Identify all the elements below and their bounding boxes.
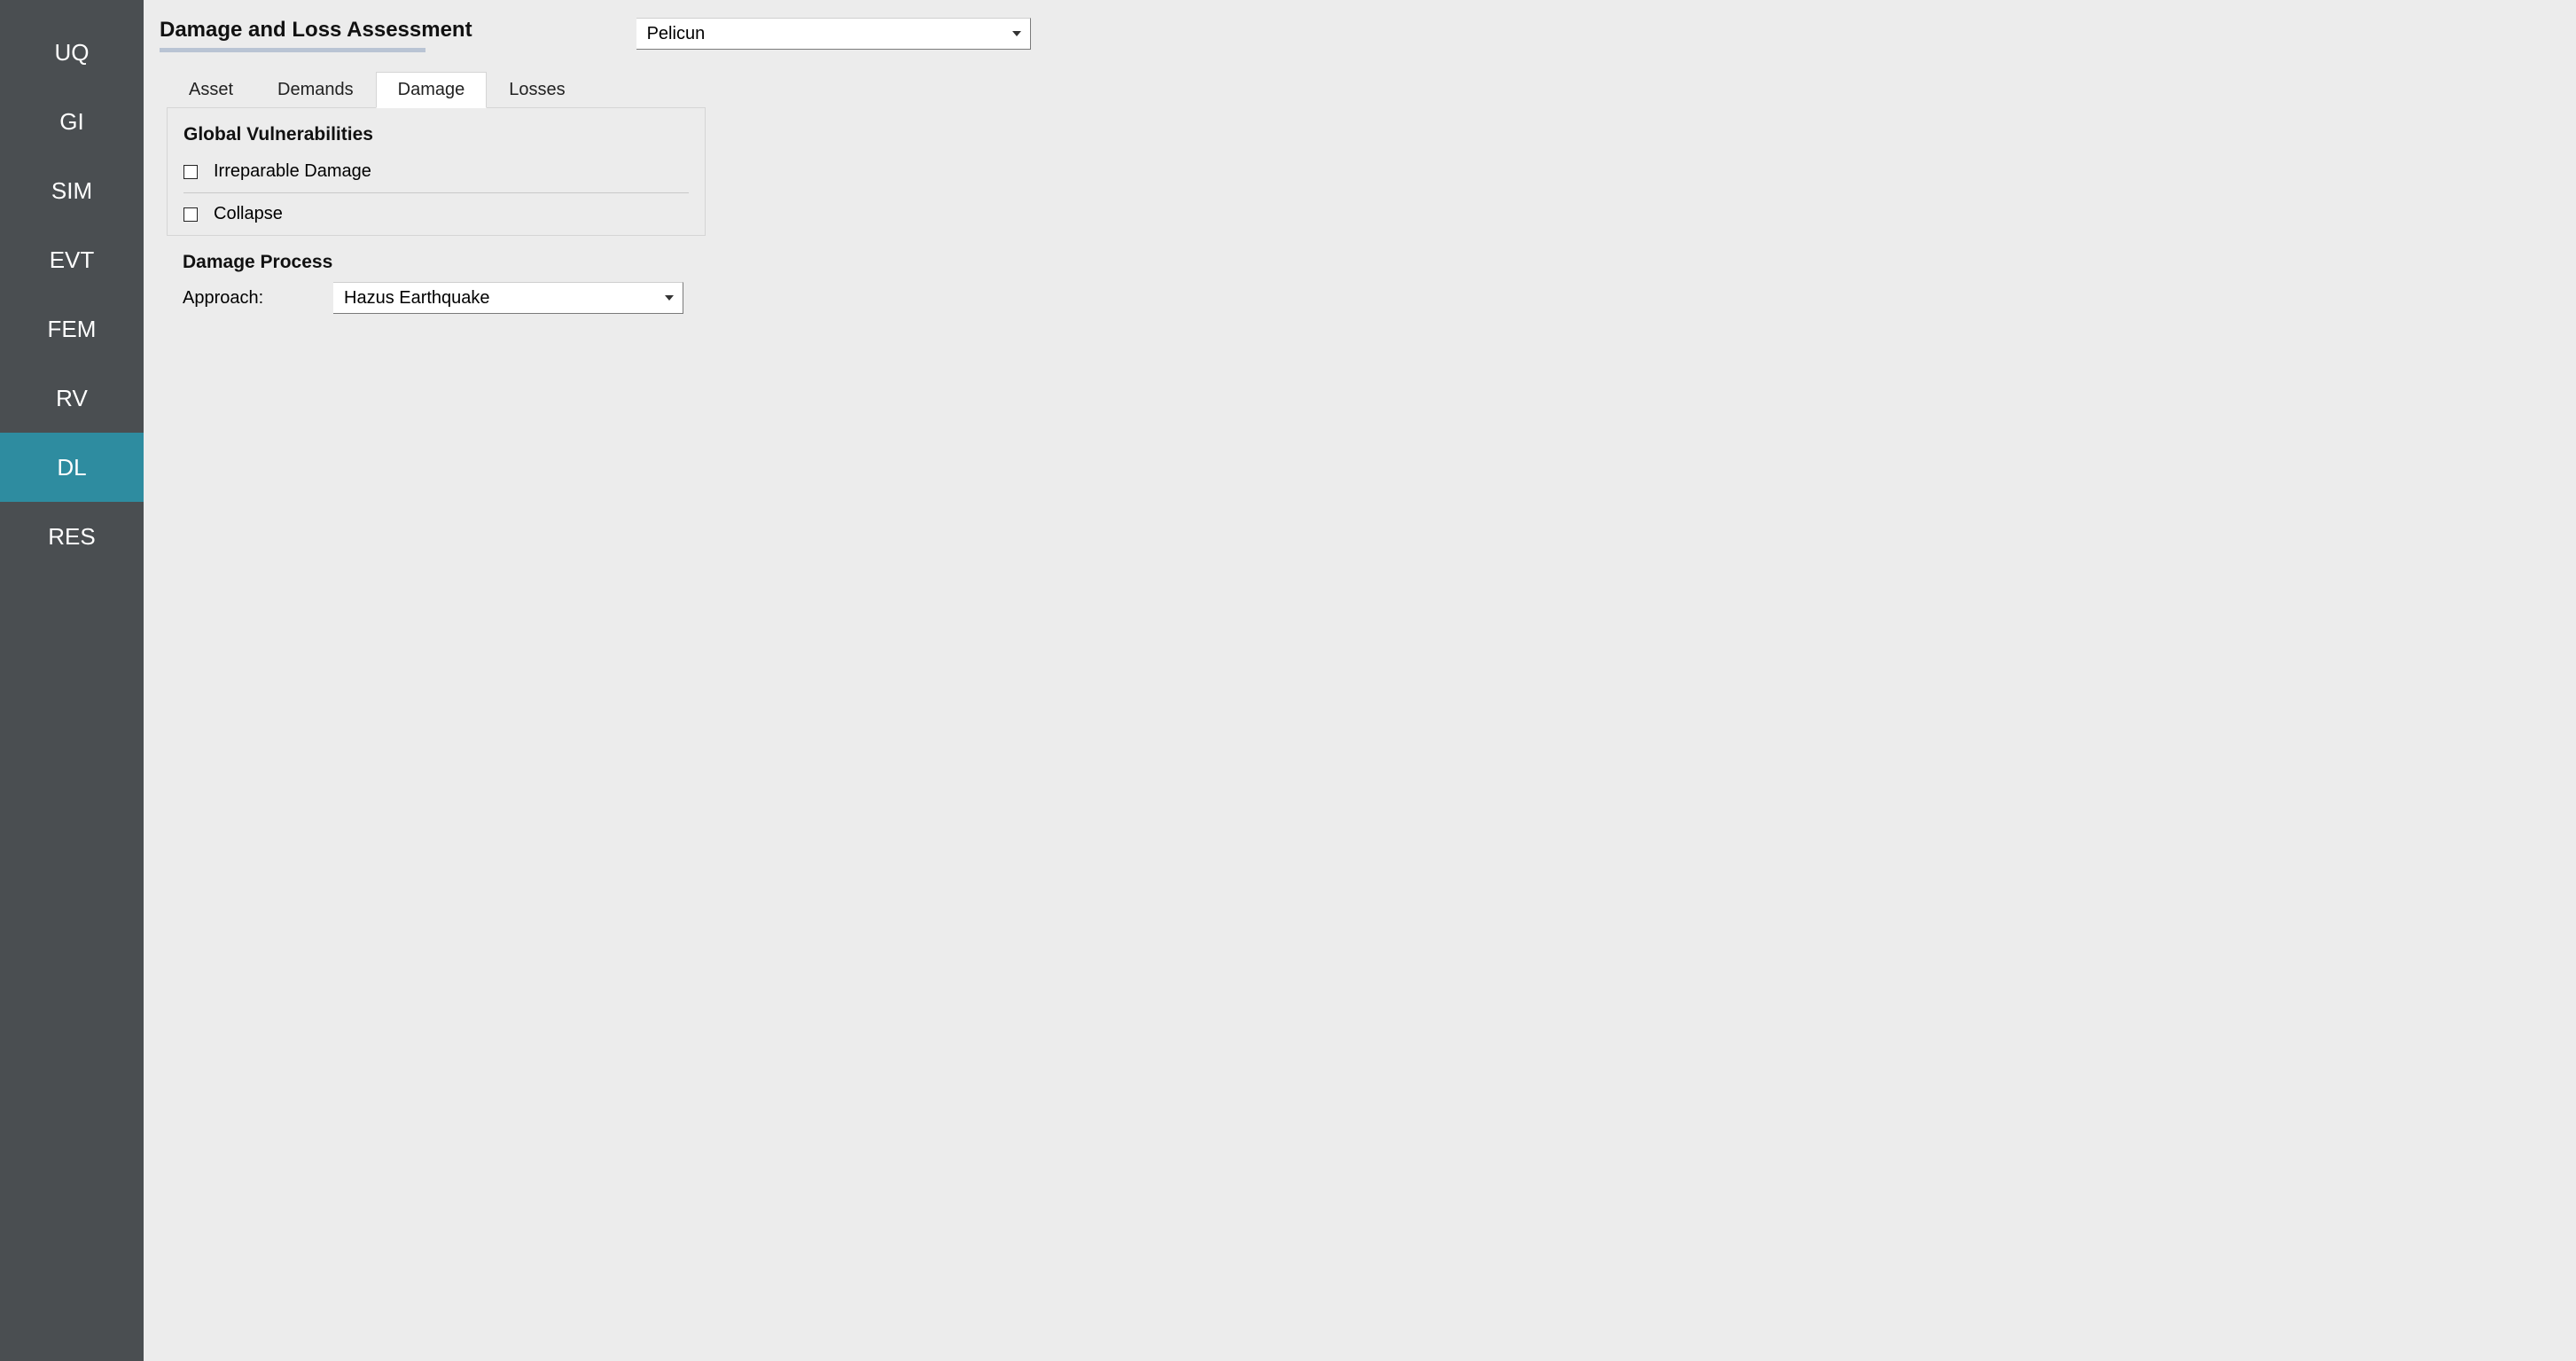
tab-asset[interactable]: Asset	[167, 72, 255, 108]
approach-row: Approach: Hazus Earthquake	[183, 282, 690, 314]
damage-process-title: Damage Process	[183, 252, 690, 273]
sidebar-item-res[interactable]: RES	[0, 502, 144, 571]
sidebar-item-label: SIM	[51, 177, 92, 205]
header-row: Damage and Loss Assessment Pelicun	[160, 18, 2560, 52]
sidebar-item-fem[interactable]: FEM	[0, 294, 144, 364]
engine-select-value: Pelicun	[647, 24, 706, 44]
global-vulnerabilities-panel: Global Vulnerabilities Irreparable Damag…	[167, 107, 706, 236]
tab-demands[interactable]: Demands	[255, 72, 376, 108]
page-title: Damage and Loss Assessment	[160, 18, 472, 43]
irreparable-damage-row: Irreparable Damage	[183, 154, 689, 189]
collapse-row: Collapse	[183, 197, 689, 231]
approach-select[interactable]: Hazus Earthquake	[333, 282, 683, 314]
irreparable-damage-label: Irreparable Damage	[214, 161, 371, 182]
sidebar-item-rv[interactable]: RV	[0, 364, 144, 433]
collapse-label: Collapse	[214, 204, 283, 224]
tab-label: Demands	[277, 80, 354, 99]
global-vulnerabilities-title: Global Vulnerabilities	[183, 124, 689, 145]
sidebar-item-label: RES	[48, 523, 95, 551]
divider	[183, 192, 689, 193]
title-underline	[160, 48, 425, 52]
approach-label: Approach:	[183, 288, 316, 309]
sidebar-item-label: GI	[59, 108, 83, 136]
irreparable-damage-checkbox[interactable]	[183, 165, 198, 179]
damage-process-section: Damage Process Approach: Hazus Earthquak…	[167, 252, 706, 314]
sidebar: UQ GI SIM EVT FEM RV DL RES	[0, 0, 144, 1361]
chevron-down-icon	[1012, 31, 1021, 36]
sidebar-item-sim[interactable]: SIM	[0, 156, 144, 225]
tab-label: Damage	[398, 80, 465, 99]
tab-losses[interactable]: Losses	[487, 72, 587, 108]
main-content: Damage and Loss Assessment Pelicun Asset…	[144, 0, 2576, 1361]
sidebar-item-evt[interactable]: EVT	[0, 225, 144, 294]
sidebar-item-dl[interactable]: DL	[0, 433, 144, 502]
tabs: Asset Demands Damage Losses	[167, 72, 2560, 108]
sidebar-item-label: UQ	[55, 39, 90, 66]
tab-label: Losses	[509, 80, 565, 99]
sidebar-item-label: RV	[56, 385, 88, 412]
sidebar-item-label: FEM	[48, 316, 97, 343]
tab-damage[interactable]: Damage	[376, 72, 488, 108]
engine-select[interactable]: Pelicun	[636, 18, 1031, 50]
sidebar-item-label: DL	[57, 454, 86, 481]
sidebar-item-uq[interactable]: UQ	[0, 18, 144, 87]
title-block: Damage and Loss Assessment	[160, 18, 472, 52]
collapse-checkbox[interactable]	[183, 207, 198, 222]
sidebar-item-label: EVT	[50, 246, 95, 274]
tab-label: Asset	[189, 80, 233, 99]
approach-select-value: Hazus Earthquake	[344, 288, 490, 309]
sidebar-item-gi[interactable]: GI	[0, 87, 144, 156]
chevron-down-icon	[665, 295, 674, 301]
